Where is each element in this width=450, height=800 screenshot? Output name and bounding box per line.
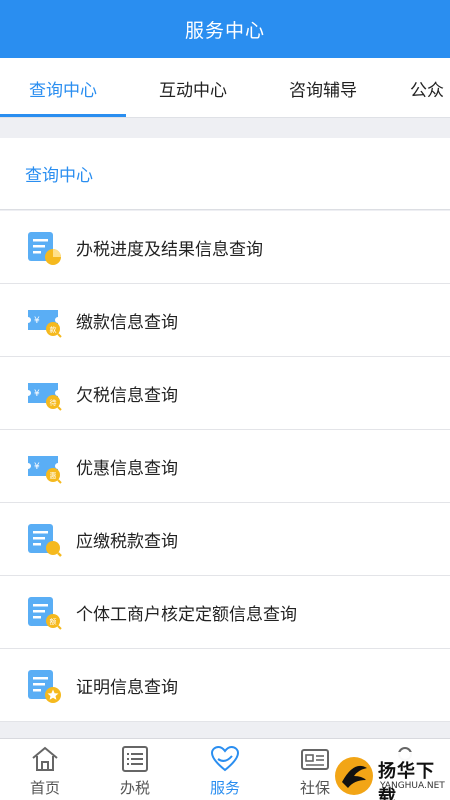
watermark-title: 扬华下载: [378, 761, 435, 800]
list-item-label: 缴款信息查询: [76, 312, 178, 333]
tab-label: 查询中心: [29, 80, 97, 101]
nav-label: 首页: [29, 779, 60, 797]
svg-text:¥: ¥: [34, 389, 40, 399]
tab-label: 互动中心: [159, 80, 227, 101]
document-pie-icon: [28, 232, 61, 265]
nav-home[interactable]: 首页: [0, 739, 90, 800]
yanghua-logo-icon: [335, 757, 373, 795]
svg-text:惠: 惠: [50, 471, 57, 480]
active-tab-indicator: [0, 114, 126, 117]
section-header: 查询中心: [0, 138, 450, 210]
document-search-icon: [28, 524, 62, 557]
heart-icon: [210, 745, 240, 772]
tab-consult-guidance[interactable]: 咨询辅导: [260, 58, 386, 117]
watermark-subtitle: YANGHUA.NET: [380, 781, 445, 791]
tab-query-center[interactable]: 查询中心: [0, 58, 126, 117]
nav-label: 服务: [209, 779, 240, 797]
list-item-label: 个体工商户核定定额信息查询: [76, 604, 297, 625]
nav-service[interactable]: 服务: [180, 739, 270, 800]
id-card-icon: [301, 749, 329, 770]
title-bar: 服务中心: [0, 0, 450, 58]
list-icon: [122, 746, 148, 772]
list-item-discount-info[interactable]: ¥ 惠 优惠信息查询: [0, 430, 450, 503]
list-item-certificate-info[interactable]: 证明信息查询: [0, 649, 450, 722]
svg-text:¥: ¥: [34, 462, 40, 472]
list-item-tax-progress[interactable]: 办税进度及结果信息查询: [0, 211, 450, 284]
tab-interaction-center[interactable]: 互动中心: [130, 58, 256, 117]
list-item-label: 欠税信息查询: [76, 385, 178, 406]
svg-text:待: 待: [50, 398, 57, 407]
ticket-payment-icon: ¥ 款: [28, 310, 62, 338]
section-title: 查询中心: [25, 166, 93, 186]
ticket-discount-icon: ¥ 惠: [28, 456, 62, 484]
query-list: 办税进度及结果信息查询 ¥ 款 缴款信息查询 ¥ 待 欠税信息查询 ¥ 惠 优惠…: [0, 211, 450, 722]
tab-bar: 查询中心 互动中心 咨询辅导 公众: [0, 58, 450, 118]
document-quota-icon: 额: [28, 597, 62, 630]
tab-label: 公众: [410, 80, 444, 101]
page-title: 服务中心: [184, 19, 265, 42]
document-star-icon: [28, 670, 61, 703]
nav-tax[interactable]: 办税: [90, 739, 180, 800]
tab-public[interactable]: 公众: [410, 58, 450, 117]
list-item-quota-info[interactable]: 额 个体工商户核定定额信息查询: [0, 576, 450, 649]
list-item-tax-due[interactable]: 应缴税款查询: [0, 503, 450, 576]
list-item-label: 应缴税款查询: [76, 531, 178, 552]
list-item-payment-info[interactable]: ¥ 款 缴款信息查询: [0, 284, 450, 357]
list-item-label: 证明信息查询: [76, 677, 178, 698]
ticket-arrears-icon: ¥ 待: [28, 383, 62, 411]
list-item-label: 办税进度及结果信息查询: [76, 239, 263, 260]
app-screen: 服务中心 查询中心 互动中心 咨询辅导 公众 查询中心 办税进度及结果信息查询 …: [0, 0, 450, 800]
svg-text:额: 额: [50, 617, 57, 626]
home-icon: [32, 746, 58, 771]
list-item-arrears-info[interactable]: ¥ 待 欠税信息查询: [0, 357, 450, 430]
nav-label: 办税: [119, 779, 150, 797]
watermark: 扬华下载 YANGHUA.NET: [330, 752, 450, 800]
list-item-label: 优惠信息查询: [76, 458, 178, 479]
svg-text:款: 款: [50, 325, 57, 334]
tab-label: 咨询辅导: [289, 80, 357, 101]
svg-text:¥: ¥: [34, 316, 40, 326]
